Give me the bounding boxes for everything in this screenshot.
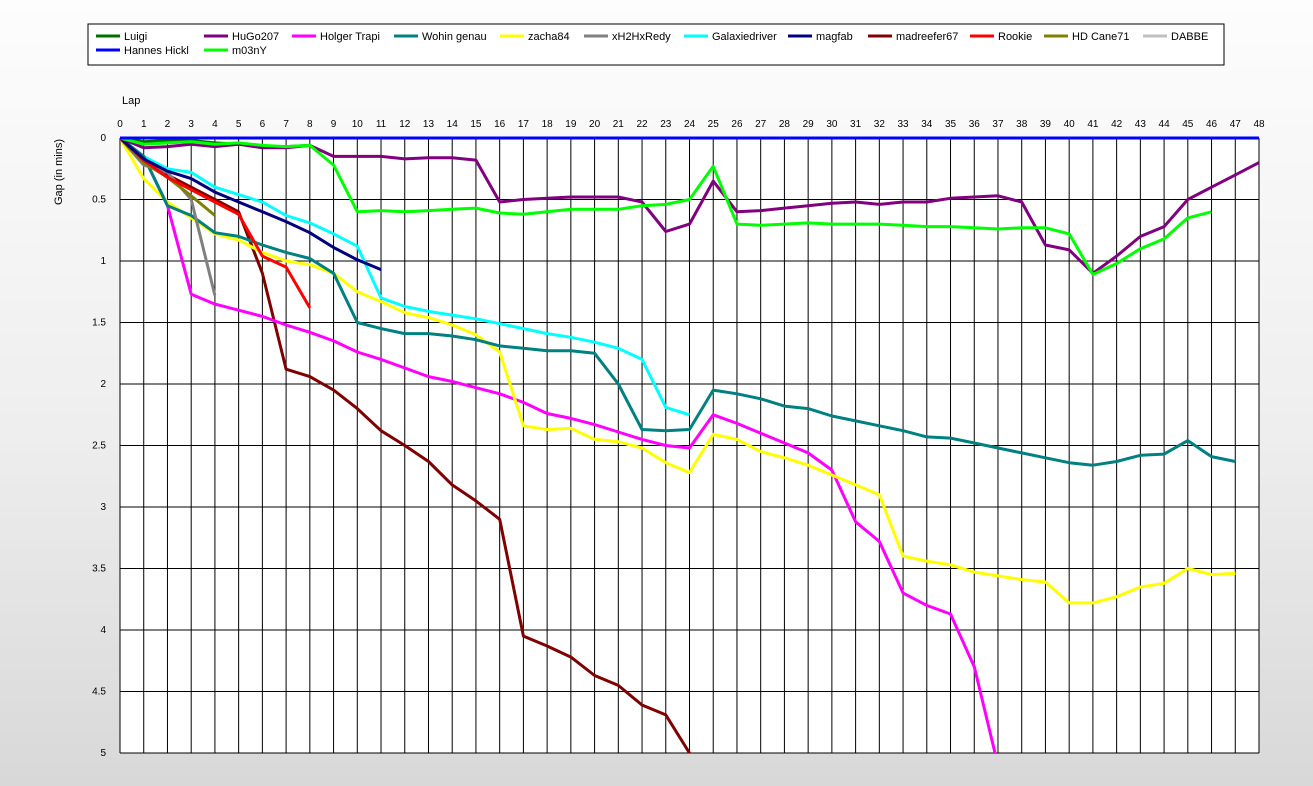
legend-label: Rookie [998, 31, 1032, 43]
x-tick-label: 3 [188, 119, 194, 130]
x-tick-label: 20 [589, 119, 601, 130]
y-tick-label: 5 [100, 748, 106, 759]
x-tick-label: 12 [399, 119, 411, 130]
y-tick-labels: 0 0.5 1 1.5 2 2.5 3 3.5 4 4.5 5 [92, 133, 106, 759]
x-tick-label: 5 [236, 119, 242, 130]
legend-label: madreefer67 [896, 31, 958, 43]
legend-label: Holger Trapi [320, 31, 380, 43]
legend-label: Galaxiedriver [712, 31, 777, 43]
x-tick-label: 41 [1087, 119, 1099, 130]
x-tick-label: 7 [283, 119, 289, 130]
y-tick-label: 3.5 [92, 564, 106, 575]
x-tick-label: 19 [565, 119, 577, 130]
x-tick-label: 45 [1182, 119, 1194, 130]
y-tick-label: 1.5 [92, 318, 106, 329]
y-tick-label: 2.5 [92, 441, 106, 452]
legend-label: m03nY [232, 45, 268, 57]
x-tick-label: 44 [1159, 119, 1171, 130]
x-tick-label: 48 [1253, 119, 1265, 130]
y-tick-label: 2 [100, 379, 106, 390]
x-tick-label: 28 [779, 119, 791, 130]
x-tick-label: 6 [260, 119, 266, 130]
x-tick-label: 30 [826, 119, 838, 130]
x-tick-label: 27 [755, 119, 767, 130]
x-tick-label: 34 [921, 119, 933, 130]
x-tick-label: 10 [352, 119, 364, 130]
x-tick-label: 32 [874, 119, 886, 130]
legend-label: DABBE [1171, 31, 1208, 43]
x-tick-labels: 0 1 2 3 4 5 6 7 8 9 10 11 12 13 14 15 16 17 18 19 20 21 22 23 24… [117, 119, 1265, 130]
plot-area: 0 1 2 3 4 5 6 7 8 9 10 11 12 13 14 15 16 17 18 19 20 21 22 23 24… [92, 119, 1265, 759]
x-tick-label: 4 [212, 119, 218, 130]
x-tick-label: 46 [1206, 119, 1218, 130]
y-tick-label: 1 [100, 256, 106, 267]
legend-label: magfab [816, 31, 853, 43]
x-tick-label: 22 [636, 119, 648, 130]
x-tick-label: 14 [447, 119, 459, 130]
y-tick-label: 3 [100, 502, 106, 513]
x-tick-label: 11 [376, 119, 387, 130]
x-tick-label: 8 [307, 119, 313, 130]
legend-label: Hannes Hickl [124, 45, 189, 57]
x-tick-label: 25 [708, 119, 720, 130]
legend: Luigi HuGo207 Holger Trapi Wohin genau zacha… [87, 23, 1225, 66]
x-tick-label: 26 [731, 119, 743, 130]
x-tick-label: 17 [518, 119, 530, 130]
x-tick-label: 21 [613, 119, 625, 130]
x-tick-label: 0 [117, 119, 123, 130]
x-tick-label: 23 [660, 119, 672, 130]
x-tick-label: 47 [1230, 119, 1242, 130]
legend-label: Wohin genau [422, 31, 487, 43]
x-tick-label: 18 [542, 119, 554, 130]
legend-label: zacha84 [528, 31, 570, 43]
x-tick-label: 13 [423, 119, 435, 130]
x-tick-label: 24 [684, 119, 696, 130]
x-tick-label: 1 [141, 119, 147, 130]
x-tick-label: 38 [1016, 119, 1028, 130]
legend-label: HuGo207 [232, 31, 279, 43]
legend-label: HD Cane71 [1072, 31, 1129, 43]
y-tick-label: 0.5 [92, 195, 106, 206]
x-tick-label: 29 [803, 119, 815, 130]
lap-gap-chart: Luigi HuGo207 Holger Trapi Wohin genau zacha… [53, 23, 1265, 759]
x-tick-label: 36 [969, 119, 981, 130]
y-tick-label: 4.5 [92, 687, 106, 698]
x-tick-label: 35 [945, 119, 957, 130]
y-tick-label: 4 [100, 625, 106, 636]
x-tick-label: 40 [1064, 119, 1076, 130]
x-axis-label: Lap [122, 95, 140, 107]
x-tick-label: 43 [1135, 119, 1147, 130]
x-tick-label: 16 [494, 119, 506, 130]
legend-label: xH2HxRedy [612, 31, 671, 43]
x-tick-label: 37 [992, 119, 1004, 130]
y-axis-label: Gap (in mins) [53, 139, 65, 205]
x-tick-label: 9 [331, 119, 337, 130]
x-tick-label: 39 [1040, 119, 1052, 130]
legend-label: Luigi [124, 31, 147, 43]
x-tick-label: 42 [1111, 119, 1123, 130]
x-tick-label: 33 [898, 119, 910, 130]
x-tick-label: 15 [470, 119, 482, 130]
x-tick-label: 2 [165, 119, 171, 130]
x-tick-label: 31 [850, 119, 862, 130]
y-tick-label: 0 [100, 133, 106, 144]
